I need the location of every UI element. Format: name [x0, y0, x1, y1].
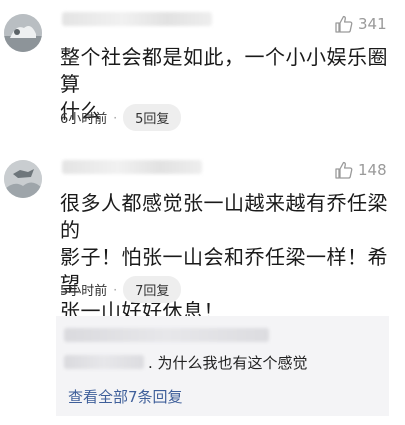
- comment-text: 很多人都感觉张一山越来越有乔任梁的 影子！怕张一山会和乔任梁一样！希望 张一山好…: [60, 190, 400, 325]
- avatar[interactable]: [4, 160, 42, 198]
- avatar-image: [4, 14, 42, 52]
- username[interactable]: [62, 12, 212, 26]
- reply-username[interactable]: [64, 328, 269, 342]
- reply-button[interactable]: 5回复: [123, 104, 182, 131]
- thumbs-up-icon: [335, 161, 353, 179]
- comment-text-line: 整个社会都是如此，一个小小娱乐圈算: [60, 45, 388, 96]
- thumbs-up-icon: [335, 15, 353, 33]
- avatar[interactable]: [4, 14, 42, 52]
- like-button[interactable]: 341: [334, 14, 387, 34]
- reply-button[interactable]: 7回复: [123, 276, 182, 303]
- meta-separator: ·: [113, 282, 118, 297]
- like-count: 148: [358, 161, 387, 179]
- meta-separator: ·: [113, 110, 118, 125]
- avatar-image: [4, 160, 42, 198]
- timestamp: 5小时前: [60, 284, 108, 299]
- reply-text: . 为什么我也有这个感觉: [148, 354, 308, 372]
- like-button[interactable]: 148: [334, 160, 387, 180]
- timestamp: 6小时前: [60, 112, 108, 127]
- comment-text-line: 很多人都感觉张一山越来越有乔任梁的: [60, 191, 388, 242]
- reply-preview[interactable]: . 为什么我也有这个感觉 查看全部7条回复: [56, 316, 389, 416]
- comment-meta: 5小时前 · 7回复: [60, 276, 182, 303]
- reply-username[interactable]: [64, 355, 144, 369]
- comment-meta: 6小时前 · 5回复: [60, 104, 182, 131]
- like-count: 341: [358, 15, 387, 33]
- view-all-replies-link[interactable]: 查看全部7条回复: [68, 386, 183, 407]
- username[interactable]: [62, 160, 202, 174]
